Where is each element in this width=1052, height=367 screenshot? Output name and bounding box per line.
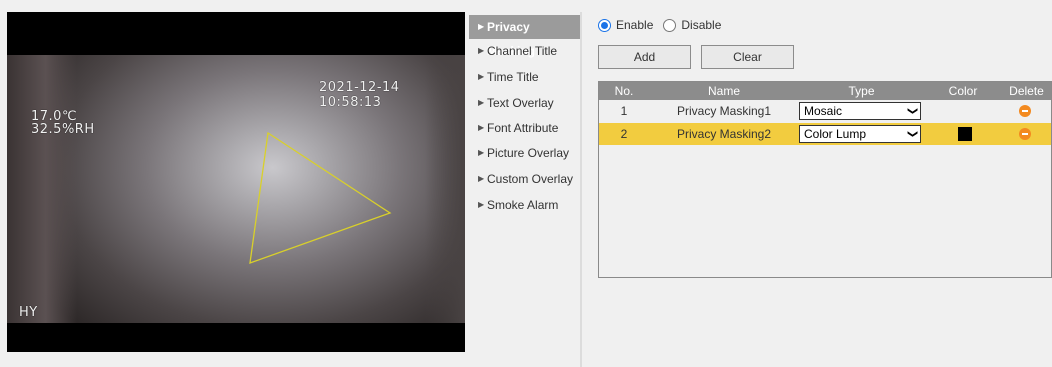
menu-item-channel-title[interactable]: ▶ Channel Title — [469, 39, 580, 63]
menu-arrow-icon: ▶ — [478, 46, 485, 55]
menu-item-label: Channel Title — [487, 44, 558, 58]
delete-icon[interactable] — [1019, 128, 1031, 140]
menu-arrow-icon: ▶ — [478, 98, 485, 107]
menu-item-label: Picture Overlay — [487, 146, 570, 160]
delete-icon[interactable] — [1019, 105, 1031, 117]
privacy-mask-table: No. Name Type Color Delete 1 Privacy Mas… — [598, 81, 1052, 278]
menu-item-label: Custom Overlay — [487, 172, 574, 186]
type-select-value: Mosaic — [804, 104, 843, 118]
menu-arrow-icon: ▶ — [478, 174, 485, 183]
color-swatch[interactable] — [958, 127, 972, 141]
page: 2021-12-14 10:58:13 17.0℃ 32.5%RH HY ▶ P… — [0, 0, 1052, 367]
privacy-mask-triangle[interactable] — [249, 131, 392, 264]
menu-arrow-icon: ▶ — [478, 148, 485, 157]
type-select[interactable]: Color Lump ❯ — [799, 125, 921, 143]
menu-item-label: Font Attribute — [487, 121, 559, 135]
chevron-down-icon: ❯ — [906, 129, 918, 139]
menu-arrow-icon: ▶ — [478, 22, 485, 31]
menu-arrow-icon: ▶ — [478, 123, 485, 132]
table-header: No. Name Type Color Delete — [599, 82, 1051, 100]
type-select-value: Color Lump — [804, 127, 867, 141]
table-row[interactable]: 2 Privacy Masking2 Color Lump ❯ — [599, 123, 1051, 145]
menu-item-time-title[interactable]: ▶ Time Title — [469, 65, 580, 89]
header-color: Color — [948, 84, 978, 98]
menu-item-custom-overlay[interactable]: ▶ Custom Overlay — [469, 167, 580, 191]
menu-item-label: Time Title — [487, 70, 539, 84]
disable-radio-label[interactable]: Disable — [681, 18, 721, 32]
menu-item-smoke-alarm[interactable]: ▶ Smoke Alarm — [469, 193, 580, 217]
row-name: Privacy Masking1 — [676, 104, 772, 118]
clear-button[interactable]: Clear — [701, 45, 794, 69]
header-delete: Delete — [1009, 84, 1044, 98]
overlay-menu: ▶ Privacy Masking ▶ Channel Title ▶ Time… — [469, 12, 582, 367]
enable-radio[interactable] — [598, 18, 611, 32]
chevron-down-icon: ❯ — [906, 106, 918, 116]
menu-item-label: Smoke Alarm — [487, 198, 559, 212]
menu-arrow-icon: ▶ — [478, 72, 485, 81]
row-no: 1 — [620, 104, 628, 118]
row-name: Privacy Masking2 — [676, 127, 772, 141]
add-button[interactable]: Add — [598, 45, 691, 69]
menu-item-text-overlay[interactable]: ▶ Text Overlay — [469, 91, 580, 115]
video-preview[interactable]: 2021-12-14 10:58:13 17.0℃ 32.5%RH HY — [7, 12, 465, 352]
enable-radio-group: Enable Disable — [598, 17, 731, 33]
privacy-masking-panel: Enable Disable Add Clear No. Name Type C… — [590, 12, 1052, 367]
menu-item-privacy-masking[interactable]: ▶ Privacy Masking — [469, 15, 580, 58]
privacy-mask-region[interactable] — [7, 12, 465, 352]
disable-radio[interactable] — [663, 18, 677, 32]
row-no: 2 — [620, 127, 628, 141]
table-row[interactable]: 1 Privacy Masking1 Mosaic ❯ — [599, 100, 1051, 122]
header-no: No. — [614, 84, 634, 98]
menu-item-font-attribute[interactable]: ▶ Font Attribute — [469, 116, 580, 140]
menu-arrow-icon: ▶ — [478, 200, 485, 209]
menu-item-picture-overlay[interactable]: ▶ Picture Overlay — [469, 141, 580, 165]
header-name: Name — [707, 84, 740, 98]
type-select[interactable]: Mosaic ❯ — [799, 102, 921, 120]
enable-radio-label[interactable]: Enable — [616, 18, 653, 32]
menu-item-label: Text Overlay — [487, 96, 554, 110]
header-type: Type — [848, 84, 875, 98]
